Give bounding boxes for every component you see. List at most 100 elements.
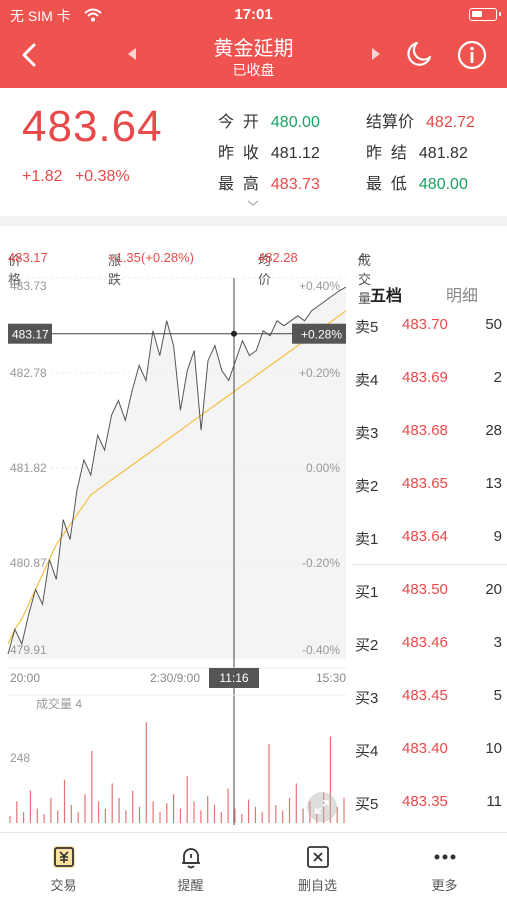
expand-arrows-icon	[315, 800, 329, 814]
price-tick-label: 481.82	[10, 461, 47, 475]
book-divider	[352, 564, 507, 565]
tab-more[interactable]: 更多	[381, 833, 507, 901]
buy-row[interactable]: 买1 483.50 20	[352, 565, 502, 618]
level-price: 483.70	[402, 316, 448, 333]
quote-stat-value: 483.73	[270, 176, 320, 193]
level-quantity: 10	[485, 740, 502, 757]
tab-trade-label: 交易	[50, 878, 77, 893]
price-change: +1.82 +0.38%	[22, 168, 130, 186]
price-tick-label: 480.87	[10, 556, 47, 570]
sell-row[interactable]: 卖5 483.70 50	[352, 300, 502, 353]
quote-stat-label: 最 高	[218, 176, 259, 193]
trade-icon	[53, 846, 75, 868]
price-tick-label: 483.73	[10, 279, 47, 293]
level-price: 483.64	[402, 528, 448, 545]
status-time: 17:01	[234, 6, 273, 23]
night-mode-icon[interactable]	[403, 40, 433, 70]
bell-icon	[182, 848, 200, 869]
percent-tick-label: +0.40%	[299, 279, 340, 293]
level-label: 买5	[355, 796, 379, 813]
quote-stat: 结算价 482.72	[366, 108, 475, 132]
level-quantity: 5	[493, 687, 502, 704]
level-label: 买3	[355, 690, 379, 707]
quote-stat-label: 最 低	[366, 176, 407, 193]
level-price: 483.50	[402, 581, 448, 598]
info-price-value: 483.17	[8, 250, 48, 265]
section-divider	[0, 216, 507, 226]
buy-row[interactable]: 买3 483.45 5	[352, 671, 502, 724]
buy-row[interactable]: 买5 483.35 11	[352, 777, 502, 830]
quote-stat: 昨 结 481.82	[366, 139, 468, 163]
percent-tick-label: -0.40%	[302, 643, 340, 657]
quote-stat-value: 481.12	[270, 145, 320, 162]
volume-tick-label: 248	[10, 751, 30, 765]
tab-alert-label: 提醒	[177, 878, 204, 893]
time-tick-label: 15:30	[316, 671, 346, 685]
battery-icon	[469, 8, 501, 21]
percent-tick-label: +0.20%	[299, 366, 340, 380]
quote-stat-value: 480.00	[270, 114, 320, 131]
price-tick-label: 482.78	[10, 366, 47, 380]
tab-more-label: 更多	[431, 878, 458, 893]
crosshair-dot	[231, 330, 237, 337]
quote-stat-label: 今 开	[218, 114, 259, 131]
quote-stat-value: 480.00	[418, 176, 468, 193]
level-quantity: 28	[485, 422, 502, 439]
quote-stat-label: 昨 结	[366, 145, 407, 162]
time-tick-label: 20:00	[10, 671, 40, 685]
quote-panel: 483.64 +1.82 +0.38% 今 开 480.00 结算价 482.72 昨 …	[0, 88, 507, 216]
level-quantity: 3	[493, 634, 502, 651]
level-label: 卖5	[355, 319, 379, 336]
last-price: 483.64	[22, 102, 163, 151]
buy-row[interactable]: 买2 483.46 3	[352, 618, 502, 671]
sell-row[interactable]: 卖4 483.69 2	[352, 353, 502, 406]
quote-stat: 最 低 480.00	[366, 170, 468, 194]
tab-alert[interactable]: 提醒	[127, 833, 254, 901]
level-quantity: 13	[485, 475, 502, 492]
change-value: +1.82	[22, 168, 63, 185]
quote-stat: 昨 收 481.12	[218, 139, 320, 163]
quote-stat-value: 481.82	[418, 145, 468, 162]
level-label: 卖1	[355, 531, 379, 548]
level-price: 483.46	[402, 634, 448, 651]
level-price: 483.69	[402, 369, 448, 386]
level-label: 买4	[355, 743, 379, 760]
more-icon	[434, 854, 456, 860]
info-icon[interactable]	[456, 39, 488, 71]
crosshair-info-bar: 价格 483.17 涨跌 +1.35(+0.28%) 均价 482.28 成交量…	[0, 226, 507, 306]
quote-stat-label: 结算价	[366, 114, 415, 131]
level-label: 买1	[355, 584, 379, 601]
info-volume-value: 4	[358, 250, 366, 265]
sell-row[interactable]: 卖1 483.64 9	[352, 512, 502, 565]
price-tick-label: 479.91	[10, 643, 47, 657]
level-label: 买2	[355, 637, 379, 654]
tab-trade[interactable]: 交易	[0, 833, 127, 901]
quote-stat-label: 昨 收	[218, 145, 259, 162]
tab-remove-watchlist-label: 删自选	[297, 878, 337, 893]
level-label: 卖2	[355, 478, 379, 495]
level-quantity: 2	[493, 369, 502, 386]
level-price: 483.40	[402, 740, 448, 757]
percent-tick-label: -0.20%	[302, 556, 340, 570]
bottom-tab-bar: 交易 提醒 删自选 更多	[0, 832, 507, 901]
level-quantity: 9	[493, 528, 502, 545]
next-instrument-icon[interactable]	[370, 47, 382, 61]
expand-chevron-icon[interactable]	[246, 198, 260, 208]
nav-bar: 黄金延期 已收盘	[0, 30, 507, 88]
volume-title: 成交量 4	[36, 696, 82, 711]
level-price: 483.45	[402, 687, 448, 704]
fullscreen-button[interactable]	[307, 792, 337, 822]
level-price: 483.35	[402, 793, 448, 810]
tab-remove-watchlist[interactable]: 删自选	[254, 833, 381, 901]
buy-row[interactable]: 买4 483.40 10	[352, 724, 502, 777]
sell-row[interactable]: 卖2 483.65 13	[352, 459, 502, 512]
crosshair-time-label: 11:16	[219, 671, 248, 685]
percent-tick-label: 0.00%	[306, 461, 340, 475]
level-price: 483.65	[402, 475, 448, 492]
level-quantity: 11	[486, 793, 502, 810]
level-label: 卖4	[355, 372, 379, 389]
change-percent: +0.38%	[74, 168, 130, 185]
sell-row[interactable]: 卖3 483.68 28	[352, 406, 502, 459]
quote-stat-value: 482.72	[426, 114, 475, 131]
intraday-chart[interactable]: 483.73 482.78 481.82 480.87 479.91 +0.40% +0.2…	[0, 270, 350, 825]
